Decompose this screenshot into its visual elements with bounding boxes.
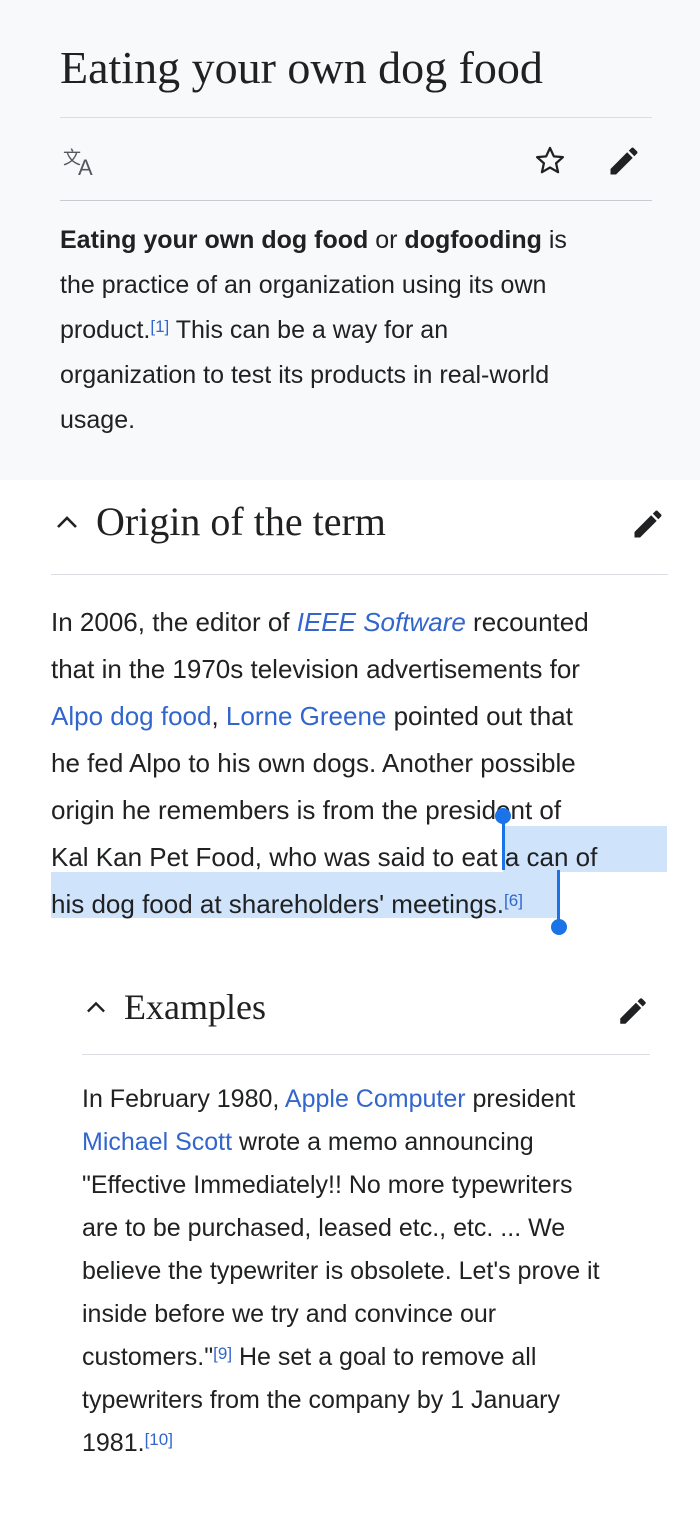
divider — [60, 117, 652, 118]
examples-paragraph: In February 1980, Apple Computer preside… — [82, 1085, 600, 1457]
citation-link[interactable]: [10] — [145, 1430, 173, 1449]
alpo-dog-food-link[interactable]: Alpo dog food — [51, 701, 211, 731]
ieee-software-link[interactable]: IEEE Software — [297, 607, 466, 637]
star-icon[interactable] — [533, 144, 567, 178]
svg-text:A: A — [78, 155, 93, 178]
bold-term: Eating your own dog food — [60, 226, 369, 254]
selected-text[interactable]: eat a can of — [461, 842, 597, 872]
divider — [82, 1054, 650, 1055]
selection-end-handle-knob[interactable] — [551, 919, 567, 935]
apple-computer-link[interactable]: Apple Computer — [285, 1085, 466, 1113]
lorne-greene-link[interactable]: Lorne Greene — [226, 701, 386, 731]
pencil-icon[interactable] — [630, 506, 666, 542]
chevron-up-icon[interactable] — [54, 512, 80, 532]
origin-paragraph: In 2006, the editor of IEEE Software rec… — [51, 607, 598, 919]
pencil-icon[interactable] — [606, 143, 642, 179]
chevron-up-icon[interactable] — [84, 998, 108, 1016]
translate-icon[interactable]: 文 A — [63, 146, 101, 178]
citation-link[interactable]: [6] — [504, 891, 523, 910]
citation-link[interactable]: [1] — [150, 317, 169, 336]
bold-term: dogfooding — [404, 226, 542, 254]
selected-text[interactable]: his dog food at shareholders' meetings. — [51, 889, 504, 919]
section-heading-examples[interactable]: Examples — [124, 985, 266, 1029]
citation-link[interactable]: [9] — [213, 1344, 232, 1363]
section-heading-origin[interactable]: Origin of the term — [96, 497, 386, 547]
selection-start-handle-knob[interactable] — [495, 808, 511, 824]
divider — [51, 574, 668, 575]
page-title: Eating your own dog food — [60, 42, 543, 93]
divider — [60, 200, 652, 201]
michael-scott-link[interactable]: Michael Scott — [82, 1128, 232, 1156]
selection-end-handle[interactable] — [557, 870, 560, 922]
selection-start-handle[interactable] — [502, 818, 505, 870]
lead-paragraph: Eating your own dog food or dogfooding i… — [60, 226, 567, 434]
pencil-icon[interactable] — [616, 994, 650, 1028]
